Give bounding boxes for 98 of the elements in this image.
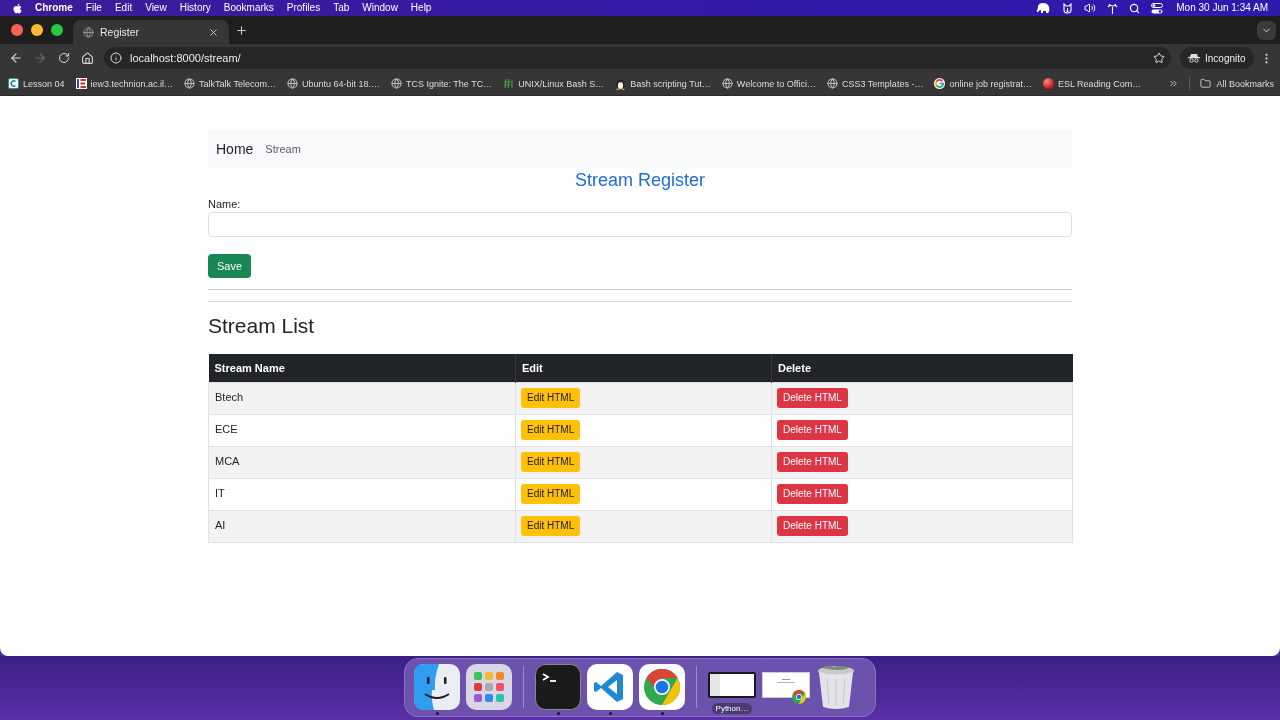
globe-icon <box>827 78 838 89</box>
nav-button[interactable] <box>80 50 95 66</box>
bookmark[interactable]: TCS Ignite: The TC… <box>391 77 493 90</box>
window-thumbnail[interactable] <box>708 672 756 698</box>
app-menu[interactable]: Chrome <box>35 1 73 15</box>
page-title: Stream Register <box>574 169 705 192</box>
delete-button[interactable]: Delete HTML <box>777 452 848 472</box>
url-text: localhost:8000/stream/ <box>130 51 241 65</box>
back-arrow-icon <box>8 51 23 65</box>
terminal-icon[interactable] <box>535 664 581 710</box>
trash-icon[interactable] <box>816 664 856 710</box>
browser-badge-icon <box>792 690 806 704</box>
menu-item[interactable]: Profiles <box>286 1 321 15</box>
table-cell: AI <box>208 510 516 542</box>
close-tab-icon[interactable] <box>208 26 219 38</box>
edit-button[interactable]: Edit HTML <box>521 484 581 504</box>
all-bookmarks-button[interactable]: All Bookmarks <box>1200 77 1274 90</box>
menu-item[interactable]: View <box>145 1 167 15</box>
save-button[interactable]: Save <box>208 254 252 278</box>
striped-tile-icon <box>75 78 87 89</box>
incognito-icon <box>1188 53 1200 63</box>
tab-search-button[interactable] <box>1257 20 1276 40</box>
browser-tab[interactable]: Register <box>73 20 229 44</box>
edit-button[interactable]: Edit HTML <box>521 516 581 536</box>
field-label: Name: <box>208 198 241 210</box>
menu-item[interactable]: History <box>179 1 211 15</box>
smiling-face-icon[interactable] <box>414 664 460 710</box>
address-bar[interactable]: localhost:8000/stream/ <box>104 47 1171 69</box>
table-cell: Btech <box>208 382 516 414</box>
bookmark[interactable]: Bash scripting Tut… <box>615 77 711 90</box>
globe-icon <box>184 78 196 89</box>
clock[interactable]: Mon 30 Jun 1:34 AM <box>1176 1 1268 15</box>
code-editor-icon[interactable] <box>587 664 633 710</box>
delete-button[interactable]: Delete HTML <box>777 388 848 408</box>
window-label: Python… <box>711 703 753 714</box>
menu-item[interactable]: Window <box>362 1 398 15</box>
name-input[interactable] <box>208 212 1072 237</box>
profile-button[interactable]: Incognito <box>1180 47 1254 69</box>
folder-icon <box>1200 78 1212 89</box>
navbar-brand-link[interactable]: Home <box>216 140 254 158</box>
antenna-icon[interactable] <box>1107 2 1119 14</box>
delete-button[interactable]: Delete HTML <box>777 420 848 440</box>
globe-icon <box>286 78 298 89</box>
menu-item[interactable]: Tab <box>333 1 350 15</box>
app-grid-icon[interactable] <box>466 664 512 710</box>
tile-icon <box>8 78 19 89</box>
volume-icon[interactable] <box>1084 2 1097 14</box>
bookmark[interactable]: Lesson 04 <box>8 77 65 90</box>
bookmark[interactable]: iew3.technion.ac.il… <box>75 77 174 90</box>
cat-icon[interactable] <box>1062 2 1074 14</box>
bookmark[interactable]: ESL Reading Com… <box>1042 77 1142 90</box>
tab-title: Register <box>100 25 140 39</box>
apple-icon[interactable] <box>12 2 23 14</box>
column-header: Stream Name <box>208 354 516 382</box>
table-cell: ECE <box>208 414 516 446</box>
minimize-window-icon[interactable] <box>31 24 43 36</box>
delete-button[interactable]: Delete HTML <box>777 516 848 536</box>
reload-icon <box>57 52 70 64</box>
menu-item[interactable]: Help <box>410 1 432 15</box>
more-bookmarks-icon[interactable] <box>1168 78 1180 89</box>
column-header: Delete <box>771 354 1073 382</box>
bookmark[interactable]: TalkTalk Telecom… <box>184 77 276 90</box>
new-tab-icon[interactable] <box>235 23 248 37</box>
edit-button[interactable]: Edit HTML <box>521 420 581 440</box>
home-icon <box>81 51 94 65</box>
ring-icon <box>934 78 946 89</box>
bookmark-star-icon[interactable] <box>1153 52 1165 64</box>
penguin-icon <box>615 77 627 90</box>
toggles-icon[interactable] <box>1151 2 1164 14</box>
globe-icon <box>83 26 94 38</box>
browser-icon[interactable] <box>639 664 685 710</box>
nav-button[interactable] <box>56 50 71 66</box>
menu-item[interactable]: File <box>85 1 102 15</box>
hash-icon <box>503 78 515 89</box>
edit-button[interactable]: Edit HTML <box>521 452 581 472</box>
bookmark[interactable]: Welcome to Offici… <box>721 77 816 90</box>
column-header: Edit <box>515 354 772 382</box>
site-info-icon[interactable] <box>110 52 122 64</box>
elephant-icon[interactable] <box>1036 2 1052 14</box>
search-icon[interactable] <box>1129 2 1141 14</box>
globe-icon <box>391 78 402 89</box>
edit-button[interactable]: Edit HTML <box>521 388 581 408</box>
globe-icon <box>721 78 733 89</box>
nav-link[interactable]: Stream <box>265 142 301 156</box>
delete-button[interactable]: Delete HTML <box>777 484 848 504</box>
table-cell: MCA <box>208 446 516 478</box>
close-window-icon[interactable] <box>11 24 23 36</box>
section-heading: Stream List <box>208 313 315 339</box>
forward-arrow-icon <box>32 51 47 65</box>
bookmark[interactable]: UNIX/Linux Bash S… <box>503 77 605 90</box>
menu-item[interactable]: Bookmarks <box>223 1 274 15</box>
table-cell: IT <box>208 478 516 510</box>
bookmark[interactable]: Ubuntu 64-bit 18.… <box>286 77 380 90</box>
ball-icon <box>1042 78 1054 89</box>
bookmark[interactable]: online job registrat… <box>934 77 1032 90</box>
bookmark[interactable]: CSS3 Templates -… <box>827 77 924 90</box>
menu-item[interactable]: Edit <box>114 1 133 15</box>
zoom-window-icon[interactable] <box>51 24 63 36</box>
